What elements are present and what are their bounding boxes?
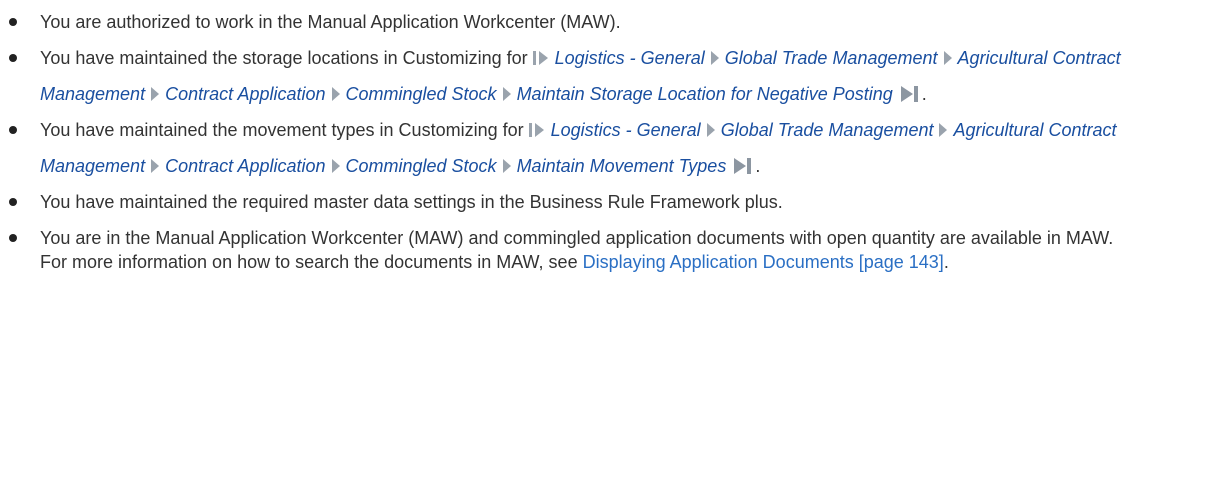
- prerequisites-list: You are authorized to work in the Manual…: [0, 4, 1205, 280]
- path-end-icon: [734, 158, 752, 174]
- list-item-text: You have maintained the movement types i…: [40, 120, 529, 140]
- path-end-icon: [900, 86, 919, 102]
- bullet-icon: [9, 126, 17, 134]
- sentence-end: .: [943, 252, 949, 272]
- bullet-icon: [9, 18, 17, 26]
- xref-link-displaying-application-documents[interactable]: Displaying Application Documents [page 1…: [583, 252, 944, 272]
- path-separator-icon: [710, 51, 719, 65]
- path-link-global-trade-management[interactable]: Global Trade Management: [721, 120, 934, 140]
- path-start-icon: [532, 51, 551, 65]
- path-link-commingled-stock[interactable]: Commingled Stock: [346, 84, 497, 104]
- path-link-contract-application[interactable]: Contract Application: [165, 156, 325, 176]
- list-item: You are in the Manual Application Workce…: [9, 220, 1185, 280]
- list-item: You have maintained the storage location…: [9, 40, 1185, 112]
- path-separator-icon: [943, 51, 952, 65]
- path-separator-icon: [502, 87, 511, 101]
- sentence-end: .: [921, 84, 927, 104]
- bullet-icon: [9, 234, 17, 242]
- path-separator-icon: [151, 159, 160, 173]
- document-page: You are authorized to work in the Manual…: [0, 4, 1205, 478]
- sentence-end: .: [755, 156, 761, 176]
- path-link-contract-application[interactable]: Contract Application: [165, 84, 325, 104]
- list-item-text: For more information on how to search th…: [40, 252, 583, 272]
- list-item-text: You have maintained the required master …: [40, 192, 783, 212]
- list-item-text: You are in the Manual Application Workce…: [40, 228, 1114, 248]
- path-separator-icon: [151, 87, 160, 101]
- list-item-text: You have maintained the storage location…: [40, 48, 533, 68]
- path-separator-icon: [331, 159, 340, 173]
- path-separator-icon: [939, 123, 948, 137]
- path-separator-icon: [706, 123, 715, 137]
- list-item: You are authorized to work in the Manual…: [9, 4, 1185, 40]
- list-item: You have maintained the required master …: [9, 184, 1185, 220]
- path-link-maintain-movement-types[interactable]: Maintain Movement Types: [517, 156, 727, 176]
- path-link-logistics-general[interactable]: Logistics - General: [551, 120, 701, 140]
- path-link-commingled-stock[interactable]: Commingled Stock: [346, 156, 497, 176]
- path-separator-icon: [331, 87, 340, 101]
- bullet-icon: [9, 54, 17, 62]
- list-item: You have maintained the movement types i…: [9, 112, 1185, 184]
- path-link-logistics-general[interactable]: Logistics - General: [555, 48, 705, 68]
- path-link-global-trade-management[interactable]: Global Trade Management: [725, 48, 938, 68]
- list-item-text: You are authorized to work in the Manual…: [40, 12, 621, 32]
- path-separator-icon: [502, 159, 511, 173]
- bullet-icon: [9, 198, 17, 206]
- path-link-maintain-storage-location[interactable]: Maintain Storage Location for Negative P…: [517, 84, 893, 104]
- path-start-icon: [528, 123, 547, 137]
